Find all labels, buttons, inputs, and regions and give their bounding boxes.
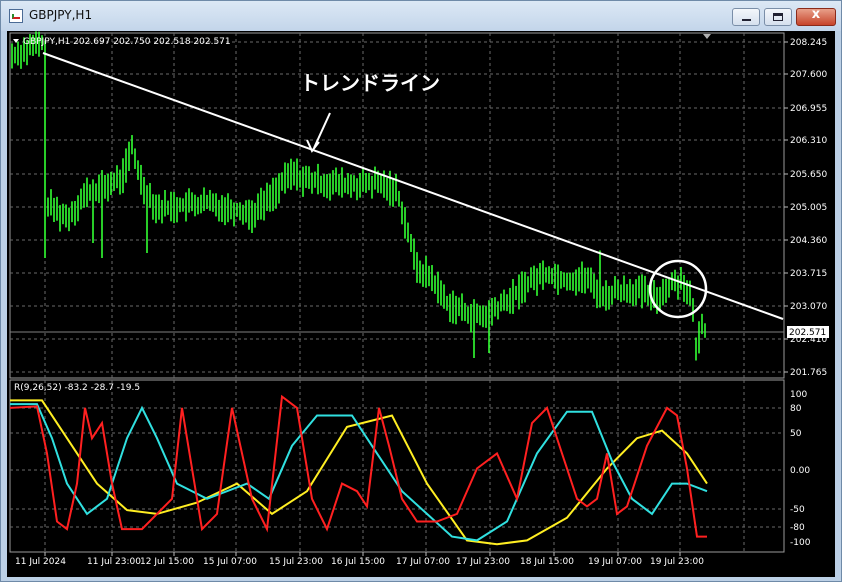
price-tick-label: 203.070 [790, 302, 827, 312]
time-tick-label: 19 Jul 07:00 [588, 557, 642, 567]
annotation-arrow [313, 112, 331, 149]
indicator-axis: 100 80 50 0.00 -50 -80 -100 [790, 390, 811, 548]
time-axis: 11 Jul 2024 11 Jul 23:00 12 Jul 15:00 15 Ju… [15, 552, 704, 567]
indicator-tick-label: -80 [790, 523, 805, 533]
close-glyph: x [811, 7, 821, 22]
time-tick-label: 15 Jul 23:00 [269, 557, 323, 567]
time-tick-label: 15 Jul 07:00 [203, 557, 257, 567]
chart-area[interactable]: トレンドライン GBPJPY,H1 202.697 202.750 202.51… [7, 31, 835, 577]
close-icon[interactable]: x [796, 7, 836, 26]
time-tick-label: 11 Jul 2024 [15, 557, 66, 567]
price-tick-label: 201.765 [790, 368, 827, 378]
price-tick-label: 205.005 [790, 203, 827, 213]
main-info-text: GBPJPY,H1 202.697 202.750 202.518 202.57… [23, 37, 231, 47]
oscillator-line-2 [9, 394, 707, 538]
time-tick-label: 19 Jul 23:00 [650, 557, 704, 567]
chart-window: GBPJPY,H1 x トレンドライン GBPJPY,H1 202.697 20… [0, 0, 842, 582]
indicator-tick-label: 80 [790, 404, 802, 414]
price-tick-label: 204.360 [790, 236, 827, 246]
app-chart-icon [9, 9, 23, 23]
annotation-text: トレンドライン [300, 71, 440, 95]
price-tick-label: 203.715 [790, 269, 827, 279]
price-tick-label: 206.955 [790, 104, 827, 114]
time-tick-label: 12 Jul 15:00 [140, 557, 194, 567]
title-bar[interactable]: GBPJPY,H1 x [1, 1, 841, 31]
price-tick-label: 205.650 [790, 170, 827, 180]
time-tick-label: 17 Jul 23:00 [456, 557, 510, 567]
price-tick-label: 208.245 [790, 38, 827, 48]
price-tick-label: 207.600 [790, 70, 827, 80]
indicator-plot-frame [9, 379, 785, 553]
time-tick-label: 17 Jul 07:00 [396, 557, 450, 567]
price-tick-label: 206.310 [790, 136, 827, 146]
indicator-label: R(9,26,52) -83.2 -28.7 -19.5 [14, 383, 140, 393]
current-price-label: 202.571 [789, 328, 826, 338]
indicator-tick-label: -50 [790, 505, 805, 515]
indicator-tick-label: 0.00 [790, 466, 810, 476]
shift-marker-icon[interactable] [703, 34, 711, 39]
minimize-icon[interactable] [732, 8, 760, 26]
indicator-tick-label: -100 [790, 538, 811, 548]
indicator-tick-label: 100 [790, 390, 807, 400]
time-tick-label: 18 Jul 15:00 [520, 557, 574, 567]
maximize-icon[interactable] [764, 8, 792, 26]
indicator-tick-label: 50 [790, 429, 802, 439]
price-chart-svg[interactable]: トレンドライン GBPJPY,H1 202.697 202.750 202.51… [7, 31, 835, 577]
time-tick-label: 11 Jul 23:00 [87, 557, 141, 567]
time-tick-label: 16 Jul 15:00 [331, 557, 385, 567]
grid-lines [10, 33, 784, 552]
window-title: GBPJPY,H1 [29, 8, 93, 22]
